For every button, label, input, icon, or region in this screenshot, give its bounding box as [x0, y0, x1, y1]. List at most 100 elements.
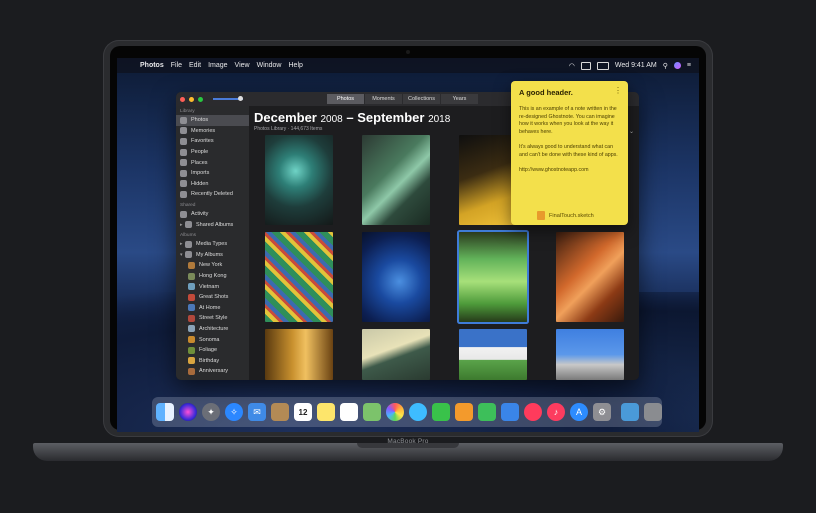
- menu-file[interactable]: File: [171, 62, 182, 69]
- sidebar-album-at-home[interactable]: At Home: [176, 303, 249, 314]
- menu-app-name[interactable]: Photos: [140, 62, 164, 69]
- siri-icon[interactable]: [179, 403, 197, 421]
- sidebar-item-label: Foliage: [199, 347, 218, 354]
- sidebar-album-anniversary[interactable]: Anniversary: [176, 366, 249, 377]
- sidebar-album-architecture[interactable]: Architecture: [176, 324, 249, 335]
- spotlight-icon[interactable]: ⚲: [663, 62, 668, 70]
- finder-icon[interactable]: [156, 403, 174, 421]
- library-count: Photos Library · 144,673 Items: [254, 126, 323, 132]
- note-body[interactable]: This is an example of a note written in …: [519, 106, 623, 174]
- sidebar-item-imports[interactable]: Imports: [176, 168, 249, 179]
- disclosure-icon[interactable]: ▸: [180, 241, 184, 247]
- music-icon[interactable]: ♪: [547, 403, 565, 421]
- photo-thumbnail[interactable]: [362, 329, 430, 380]
- launchpad-icon[interactable]: ✦: [202, 403, 220, 421]
- page-title: December 2008 – September 2018: [254, 110, 450, 125]
- photo-thumbnail[interactable]: [556, 232, 624, 322]
- airplay-icon[interactable]: [580, 61, 591, 70]
- photo-thumbnail[interactable]: [459, 232, 527, 322]
- ghostnote-card[interactable]: A good header. ⋮ This is an example of a…: [511, 81, 628, 225]
- battery-icon[interactable]: [596, 61, 609, 70]
- notification-center-icon[interactable]: ≡: [687, 62, 691, 69]
- menu-edit[interactable]: Edit: [189, 62, 201, 69]
- slider-knob[interactable]: [238, 96, 243, 101]
- photo-thumbnail[interactable]: [265, 135, 333, 225]
- trash-icon[interactable]: [644, 403, 662, 421]
- sidebar-item-media-types[interactable]: ▸ Media Types: [176, 239, 249, 250]
- view-tabs: Photos Moments Collections Years: [327, 94, 479, 104]
- sidebar-album-hong-kong[interactable]: Hong Kong: [176, 271, 249, 282]
- notes-icon[interactable]: [317, 403, 335, 421]
- reminders-icon[interactable]: [340, 403, 358, 421]
- photo-thumbnail[interactable]: [459, 329, 527, 380]
- tab-years[interactable]: Years: [441, 94, 479, 104]
- photos-icon[interactable]: [386, 403, 404, 421]
- sidebar-album-birthday[interactable]: Birthday: [176, 355, 249, 366]
- sidebar-item-shared-albums[interactable]: ▸ Shared Albums: [176, 219, 249, 230]
- sidebar-album-new-york[interactable]: New York: [176, 260, 249, 271]
- note-attachment[interactable]: FinalTouch.sketch: [537, 211, 594, 220]
- zoom-button[interactable]: [198, 96, 203, 102]
- app-store-icon[interactable]: A: [570, 403, 588, 421]
- menu-window[interactable]: Window: [257, 62, 282, 69]
- clock[interactable]: Wed 9:41 AM: [615, 62, 657, 69]
- menu-view[interactable]: View: [235, 62, 250, 69]
- wifi-icon[interactable]: ◠: [569, 62, 575, 70]
- photo-thumbnail[interactable]: [265, 329, 333, 380]
- disclosure-icon[interactable]: ▾: [180, 252, 184, 258]
- facetime-icon[interactable]: [432, 403, 450, 421]
- sidebar-album-sonoma[interactable]: Sonoma: [176, 334, 249, 345]
- tab-collections[interactable]: Collections: [403, 94, 441, 104]
- sidebar-album-vietnam[interactable]: Vietnam: [176, 281, 249, 292]
- contacts-icon[interactable]: [271, 403, 289, 421]
- import-icon: [180, 169, 187, 177]
- keynote-icon[interactable]: [501, 403, 519, 421]
- sidebar-item-people[interactable]: People: [176, 147, 249, 158]
- sidebar-item-memories[interactable]: Memories: [176, 126, 249, 137]
- safari-icon[interactable]: ✧: [225, 403, 243, 421]
- pages-icon[interactable]: [455, 403, 473, 421]
- minimize-button[interactable]: [189, 96, 194, 102]
- desktop-screen: Photos File Edit Image View Window Help …: [117, 58, 699, 432]
- menu-image[interactable]: Image: [208, 62, 227, 69]
- mail-icon[interactable]: ✉: [248, 403, 266, 421]
- person-icon: [180, 148, 187, 156]
- photo-thumbnail[interactable]: [556, 329, 624, 380]
- siri-icon[interactable]: [673, 62, 681, 69]
- messages-icon[interactable]: [409, 403, 427, 421]
- sidebar-item-photos[interactable]: Photos: [176, 115, 249, 126]
- numbers-icon[interactable]: [478, 403, 496, 421]
- sidebar-album-street-style[interactable]: Street Style: [176, 313, 249, 324]
- photo-thumbnail[interactable]: [362, 232, 430, 322]
- downloads-folder-icon[interactable]: [621, 403, 639, 421]
- sidebar-album-great-shots[interactable]: Great Shots: [176, 292, 249, 303]
- disclosure-icon[interactable]: ▸: [180, 222, 184, 228]
- title-month-start: December: [254, 110, 317, 125]
- system-preferences-icon[interactable]: ⚙: [593, 403, 611, 421]
- chevron-down-icon[interactable]: ⌄: [629, 128, 634, 135]
- sidebar-item-label: Vietnam: [199, 283, 220, 290]
- sidebar-item-my-albums[interactable]: ▾ My Albums: [176, 250, 249, 261]
- menu-help[interactable]: Help: [289, 62, 303, 69]
- sidebar-album-foliage[interactable]: Foliage: [176, 345, 249, 356]
- zoom-slider[interactable]: [213, 96, 243, 101]
- photo-thumbnail[interactable]: [265, 232, 333, 322]
- sidebar-item-places[interactable]: Places: [176, 157, 249, 168]
- sidebar-item-recently-deleted[interactable]: Recently Deleted: [176, 189, 249, 200]
- sidebar-item-favorites[interactable]: Favorites: [176, 136, 249, 147]
- sidebar-item-activity[interactable]: Activity: [176, 209, 249, 220]
- tab-photos[interactable]: Photos: [327, 94, 365, 104]
- sidebar-item-hidden[interactable]: Hidden: [176, 179, 249, 190]
- sidebar-item-label: Birthday: [199, 357, 220, 364]
- maps-icon[interactable]: [363, 403, 381, 421]
- sidebar-item-label: Memories: [191, 127, 216, 134]
- news-icon[interactable]: [524, 403, 542, 421]
- sidebar-item-label: Media Types: [196, 241, 228, 248]
- tab-moments[interactable]: Moments: [365, 94, 403, 104]
- close-button[interactable]: [180, 96, 185, 102]
- photos-icon: [180, 116, 187, 124]
- photo-thumbnail[interactable]: [362, 135, 430, 225]
- calendar-icon[interactable]: 12: [294, 403, 312, 421]
- sidebar-item-label: Street Style: [199, 315, 228, 322]
- more-options-icon[interactable]: ⋮: [614, 86, 622, 95]
